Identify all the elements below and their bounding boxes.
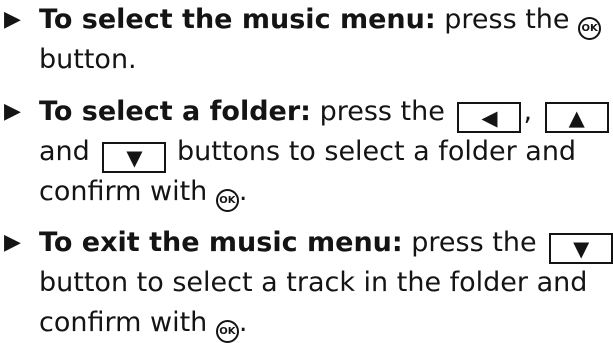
up-arrow-key-icon: ▲ bbox=[544, 102, 609, 133]
instruction-item-exit-music-menu: ▶ To exit the music menu: press the ▼ but… bbox=[4, 223, 613, 343]
down-arrow-key-icon: ▼ bbox=[549, 233, 613, 264]
instruction-text: button to select a track in the folder a… bbox=[39, 267, 588, 298]
period-text: . bbox=[238, 307, 248, 338]
bullet-arrow-icon: ▶ bbox=[4, 7, 21, 32]
instruction-line: button. bbox=[4, 40, 609, 80]
instruction-text: button. bbox=[39, 44, 137, 75]
instruction-line: ▶ To select the music menu: press the OK bbox=[4, 0, 609, 40]
ok-button-icon: OK bbox=[215, 189, 239, 212]
instruction-heading: To exit the music menu: bbox=[39, 227, 403, 258]
ok-button-icon: OK bbox=[215, 320, 239, 343]
instruction-text: confirm with bbox=[39, 307, 208, 338]
ok-button-icon: OK bbox=[578, 17, 602, 40]
instruction-heading: To select a folder: bbox=[39, 96, 311, 127]
instruction-text: and bbox=[39, 136, 90, 167]
instruction-heading: To select the music menu: bbox=[39, 4, 436, 35]
instruction-list: ▶ To select the music menu: press the OK … bbox=[0, 0, 613, 343]
instruction-item-select-folder: ▶ To select a folder: press the ◀, ▲ and … bbox=[4, 92, 609, 212]
instruction-line: ▶ To select a folder: press the ◀, ▲ bbox=[4, 92, 609, 133]
instruction-text: press the bbox=[444, 4, 570, 35]
down-arrow-key-icon: ▼ bbox=[102, 142, 167, 173]
period-text: . bbox=[238, 176, 248, 207]
instruction-line: button to select a track in the folder a… bbox=[4, 263, 609, 303]
left-arrow-key-icon: ◀ bbox=[457, 102, 522, 133]
instruction-line: confirm with OK. bbox=[4, 303, 609, 343]
instruction-text: confirm with bbox=[39, 176, 208, 207]
instruction-text: press the bbox=[319, 96, 445, 127]
instruction-line: confirm with OK. bbox=[4, 172, 609, 212]
bullet-arrow-icon: ▶ bbox=[4, 99, 21, 124]
instruction-item-select-music-menu: ▶ To select the music menu: press the OK … bbox=[4, 0, 609, 80]
bullet-arrow-icon: ▶ bbox=[4, 230, 21, 255]
instruction-line: and ▼ buttons to select a folder and bbox=[4, 132, 609, 173]
instruction-text: buttons to select a folder and bbox=[176, 136, 577, 167]
instruction-line: ▶ To exit the music menu: press the ▼ bbox=[4, 223, 613, 264]
instruction-text: press the bbox=[411, 227, 537, 258]
separator-text: , bbox=[523, 96, 533, 127]
